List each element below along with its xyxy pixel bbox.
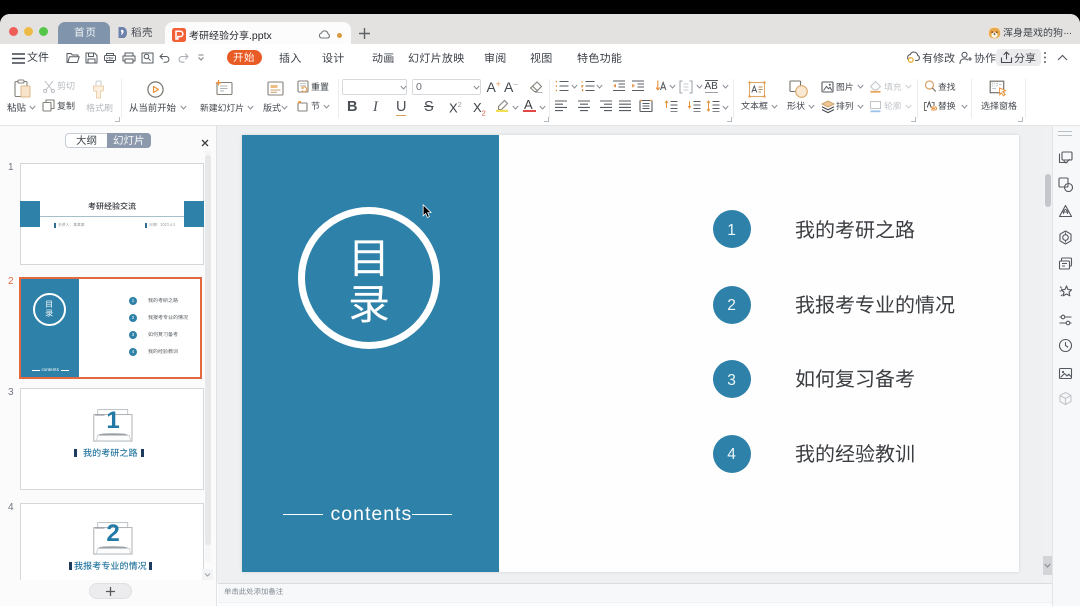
svg-text:PDF: PDF <box>106 57 114 61</box>
